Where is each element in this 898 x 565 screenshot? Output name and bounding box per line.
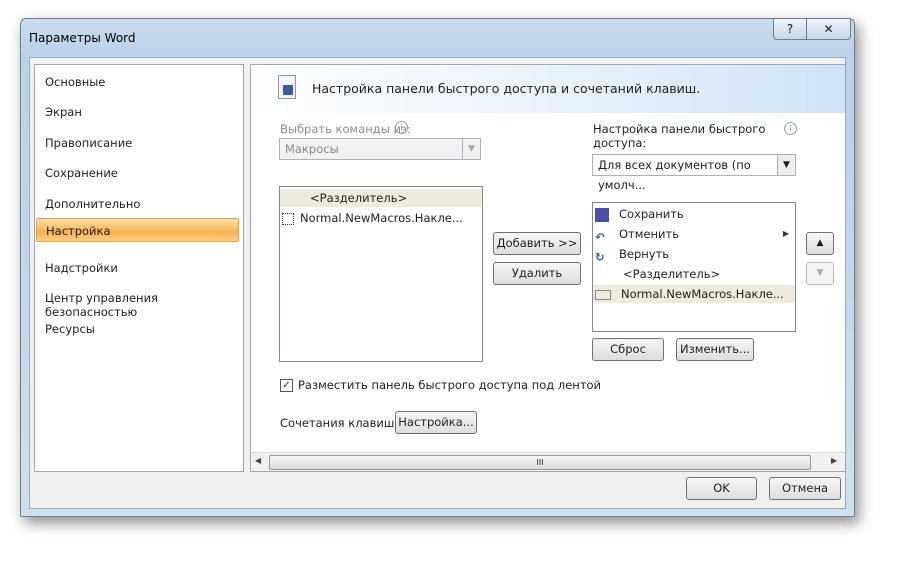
qat-list[interactable]: Сохранить ↶ Отменить ▶ ↻ Вернуть <Разделите… — [592, 202, 796, 332]
qat-scope-value: Для всех документов (по умолч... — [598, 158, 751, 192]
customize-panel: Настройка панели быстрого доступа и соче… — [250, 64, 846, 472]
sidebar: Основные Экран Правописание Сохранение Д… — [34, 64, 244, 472]
shortcuts-label: Сочетания клавиш: — [280, 416, 399, 430]
dropdown-arrow-icon: ▶ — [782, 229, 789, 238]
qat-label-2: доступа: — [593, 136, 647, 150]
cancel-button[interactable]: Отмена — [769, 477, 841, 500]
info-icon: i — [784, 122, 797, 135]
help-button[interactable]: ? — [773, 19, 807, 40]
redo-icon: ↻ — [595, 249, 605, 264]
add-button[interactable]: Добавить >> — [493, 232, 581, 255]
sidebar-item-customize[interactable]: Настройка — [36, 218, 239, 242]
choose-commands-value: Макросы — [285, 142, 339, 156]
chevron-down-icon: ▼ — [462, 139, 480, 159]
move-down-button[interactable]: ▼ — [806, 262, 834, 285]
below-ribbon-checkbox[interactable]: ✓ — [280, 379, 293, 392]
list-item[interactable]: Сохранить — [593, 205, 795, 223]
qat-scope-dropdown[interactable]: Для всех документов (по умолч... ▼ — [592, 154, 796, 192]
info-icon: i — [395, 121, 408, 134]
sidebar-item-advanced[interactable]: Дополнительно — [45, 197, 140, 211]
list-item[interactable]: ↶ Отменить ▶ — [593, 225, 795, 244]
list-item[interactable]: Normal.NewMacros.Накле... — [593, 285, 795, 303]
undo-icon: ↶ — [595, 229, 605, 244]
shortcuts-customize-button[interactable]: Настройка... — [395, 411, 477, 434]
dialog-client: Основные Экран Правописание Сохранение Д… — [29, 57, 846, 509]
list-item[interactable]: ↻ Вернуть — [593, 245, 795, 264]
sidebar-item-display[interactable]: Экран — [45, 105, 82, 119]
below-ribbon-label: Разместить панель быстрого доступа под л… — [298, 378, 602, 392]
window-title: Параметры Word — [29, 31, 136, 45]
customize-icon — [278, 75, 296, 99]
close-button[interactable]: ✕ — [806, 19, 851, 40]
modify-button[interactable]: Изменить... — [676, 338, 754, 361]
sidebar-item-proofing[interactable]: Правописание — [45, 136, 132, 150]
reset-button[interactable]: Сброс — [592, 338, 664, 361]
save-icon — [595, 207, 609, 222]
sidebar-item-addins[interactable]: Надстройки — [45, 261, 118, 275]
choose-commands-label: Выбрать команды из: — [280, 122, 411, 136]
list-item-label: Normal.NewMacros.Накле... — [300, 211, 463, 225]
ok-button[interactable]: OK — [686, 477, 757, 500]
list-item-label: Вернуть — [619, 247, 670, 261]
panel-header: Настройка панели быстрого доступа и соче… — [251, 65, 845, 113]
list-item-label: Normal.NewMacros.Накле... — [621, 287, 784, 301]
list-item-label: Отменить — [619, 227, 679, 241]
sidebar-item-save[interactable]: Сохранение — [45, 166, 118, 180]
sidebar-item-basic[interactable]: Основные — [45, 75, 105, 89]
list-item[interactable]: <Разделитель> — [280, 189, 482, 207]
horizontal-scrollbar[interactable]: ◀ III ▶ — [251, 452, 845, 471]
macro-icon — [282, 212, 294, 225]
qat-label: Настройка панели быстрого — [593, 122, 766, 136]
panel-heading: Настройка панели быстрого доступа и соче… — [312, 81, 701, 96]
list-item-label: Сохранить — [619, 207, 684, 221]
macro-icon — [595, 289, 611, 300]
sidebar-item-resources[interactable]: Ресурсы — [45, 322, 95, 336]
word-options-dialog: Параметры Word ? ✕ Основные Экран Правоп… — [20, 18, 855, 517]
choose-commands-dropdown[interactable]: Макросы ▼ — [279, 138, 481, 160]
remove-button[interactable]: Удалить — [493, 262, 581, 285]
move-up-button[interactable]: ▲ — [806, 232, 834, 255]
list-item[interactable]: <Разделитель> — [593, 265, 795, 283]
sidebar-item-trust-center[interactable]: Центр управления безопасностью — [45, 291, 243, 319]
commands-list[interactable]: <Разделитель> Normal.NewMacros.Накле... — [279, 186, 483, 362]
scroll-thumb[interactable]: III — [269, 455, 811, 470]
scroll-left-icon[interactable]: ◀ — [255, 456, 261, 465]
scroll-right-icon[interactable]: ▶ — [831, 456, 837, 465]
list-item[interactable]: Normal.NewMacros.Накле... — [280, 209, 482, 227]
chevron-down-icon: ▼ — [777, 155, 795, 175]
